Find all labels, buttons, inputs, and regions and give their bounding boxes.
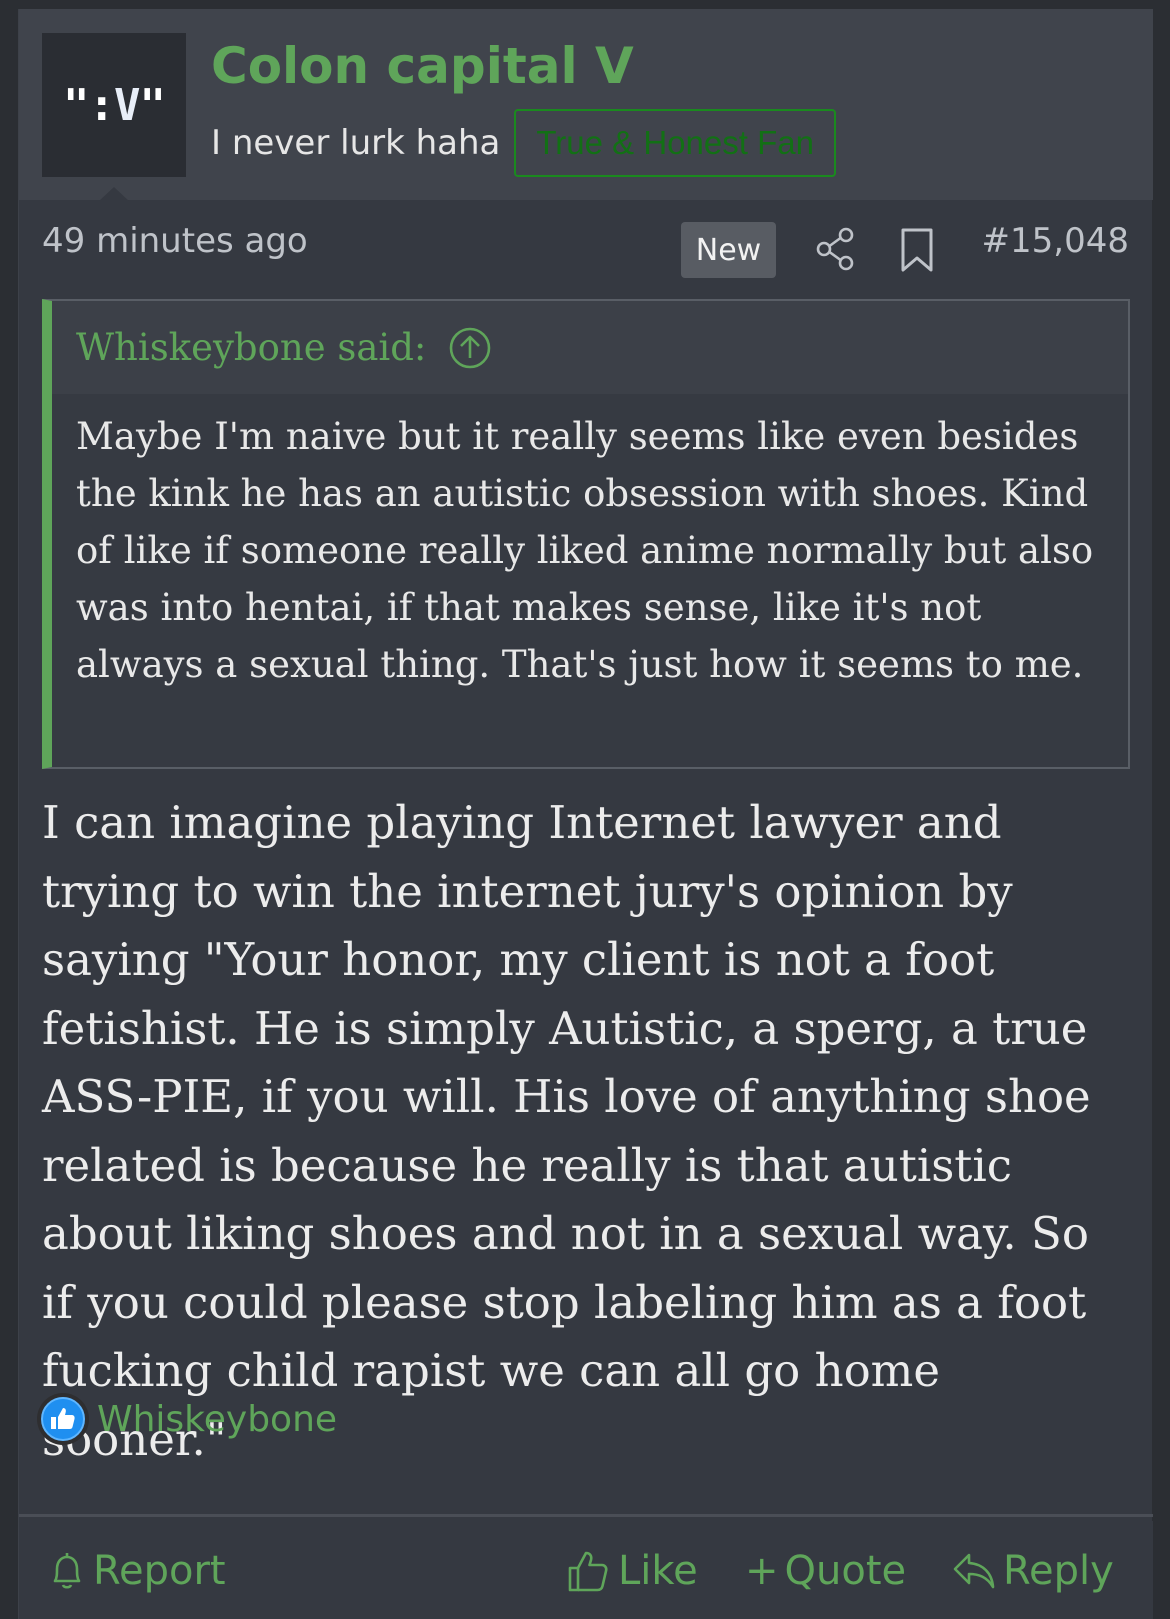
quote-label: Quote <box>784 1548 907 1594</box>
user-title: I never lurk haha <box>211 123 501 163</box>
post-footer: Report Like + Quote Reply <box>19 1521 1153 1619</box>
quote-header: Whiskeybone said: <box>52 301 1128 394</box>
quote-button[interactable]: + Quote <box>745 1541 906 1601</box>
share-icon[interactable] <box>814 227 856 271</box>
report-label: Report <box>93 1548 226 1594</box>
avatar-colon: : <box>88 79 115 131</box>
bell-icon <box>53 1553 81 1589</box>
user-title-row: I never lurk haha True & Honest Fan <box>211 109 836 177</box>
avatar-quote-right: " <box>139 79 166 131</box>
user-banner: True & Honest Fan <box>514 109 836 177</box>
arrow-up-circle-icon[interactable] <box>448 326 492 370</box>
plus-icon: + <box>745 1548 779 1594</box>
avatar-v: V <box>114 79 140 131</box>
username-link[interactable]: Colon capital V <box>211 37 634 95</box>
avatar-quote-left: " <box>63 79 89 131</box>
avatar-notch <box>99 187 129 201</box>
quote-block: Whiskeybone said: Maybe I'm naive but it… <box>42 299 1130 769</box>
like-label: Like <box>618 1548 698 1594</box>
reaction-user-link[interactable]: Whiskeybone <box>97 1399 337 1440</box>
reply-button[interactable]: Reply <box>951 1541 1114 1601</box>
report-button[interactable]: Report <box>47 1541 226 1601</box>
post-header: ": V " Colon capital V I never lurk haha T… <box>19 9 1153 201</box>
reactions-bar[interactable]: Whiskeybone <box>37 1389 337 1449</box>
footer-divider <box>19 1514 1153 1517</box>
post-meta: 49 minutes ago New #15,048 <box>19 209 1153 279</box>
bookmark-icon[interactable] <box>897 227 937 273</box>
new-badge: New <box>681 222 776 278</box>
post-message: I can imagine playing Internet lawyer an… <box>42 796 1091 1466</box>
like-reaction-icon <box>37 1393 89 1445</box>
like-button[interactable]: Like <box>564 1541 698 1601</box>
avatar[interactable]: ": V " <box>42 33 186 177</box>
quote-text: Maybe I'm naive but it really seems like… <box>52 394 1128 767</box>
reply-icon <box>953 1553 995 1589</box>
thumbs-up-icon <box>568 1551 608 1592</box>
post-timestamp[interactable]: 49 minutes ago <box>42 221 308 261</box>
forum-post: ": V " Colon capital V I never lurk haha T… <box>18 9 1153 1619</box>
quote-author[interactable]: Whiskeybone said: <box>76 326 426 369</box>
post-number[interactable]: #15,048 <box>982 221 1129 261</box>
reply-label: Reply <box>1003 1548 1114 1594</box>
